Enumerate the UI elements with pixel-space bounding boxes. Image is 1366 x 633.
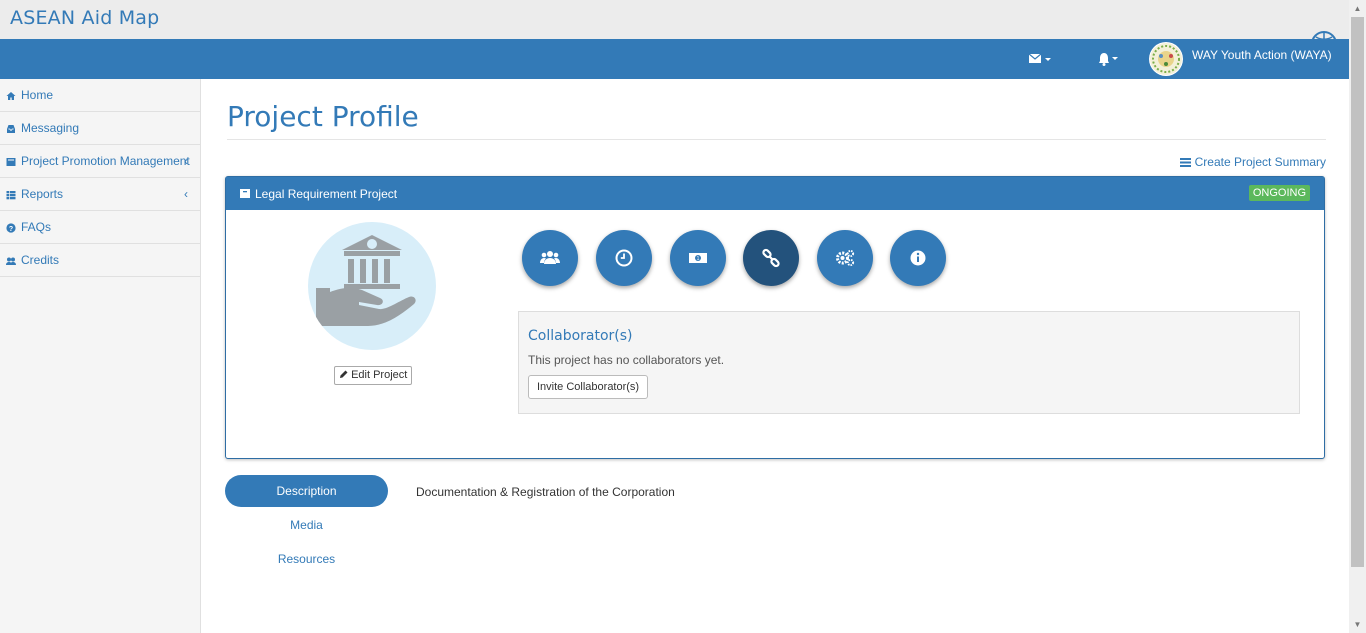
avatar — [1149, 42, 1183, 76]
invite-collaborators-button[interactable]: Invite Collaborator(s) — [528, 375, 649, 399]
status-badge: ONGOING — [1248, 185, 1310, 201]
create-project-summary-link[interactable]: Create Project Summary — [1179, 155, 1326, 169]
scroll-up-icon[interactable]: ▲ — [1349, 0, 1366, 17]
svg-text:1: 1 — [697, 256, 700, 262]
summary-link-label: Create Project Summary — [1194, 155, 1326, 169]
sidebar: Home Messaging Project Promotion Managem… — [0, 79, 201, 633]
question-icon: ? — [6, 223, 16, 233]
notifications-dropdown[interactable] — [1098, 51, 1120, 67]
inbox-icon — [7, 125, 15, 133]
edit-project-button[interactable]: Edit Project — [334, 366, 413, 385]
vertical-scrollbar[interactable]: ▲ ▼ — [1349, 0, 1366, 633]
sidebar-item-label: Messaging — [21, 121, 80, 135]
brand-logo-text[interactable]: ASEAN Aid Map — [10, 7, 159, 29]
sidebar-item-label: FAQs — [21, 220, 52, 234]
money-icon: 1 — [689, 253, 707, 263]
tab-description[interactable]: Description — [225, 475, 388, 507]
project-panel-header: Legal Requirement Project ONGOING — [226, 177, 1324, 210]
sidebar-item-label: Reports — [21, 187, 64, 201]
scroll-down-icon[interactable]: ▼ — [1349, 616, 1366, 633]
collaborators-title: Collaborator(s) — [528, 328, 633, 344]
title-divider — [227, 139, 1326, 140]
bell-icon — [1099, 53, 1118, 66]
team-button[interactable] — [522, 230, 578, 286]
brand-bar: ASEAN Aid Map — [0, 0, 1349, 47]
user-name: WAY Youth Action (WAYA) — [1192, 48, 1332, 62]
sidebar-item-label: Credits — [21, 253, 60, 267]
edit-project-label: Edit Project — [351, 369, 408, 381]
top-navbar: WAY Youth Action (WAYA) — [0, 39, 1349, 79]
archive-icon — [240, 189, 250, 198]
description-text: Documentation & Registration of the Corp… — [416, 485, 675, 499]
list-icon — [1179, 158, 1191, 167]
collaborators-section: Collaborator(s) This project has no coll… — [518, 311, 1300, 414]
info-button[interactable] — [890, 230, 946, 286]
sidebar-item-project-promotion[interactable]: Project Promotion Management ‹ — [0, 145, 200, 178]
pencil-icon — [340, 370, 348, 378]
users-icon — [6, 257, 16, 265]
home-icon — [6, 92, 16, 100]
project-name: Legal Requirement Project — [255, 187, 398, 201]
user-menu[interactable]: WAY Youth Action (WAYA) — [1149, 42, 1339, 76]
link-icon — [762, 248, 780, 268]
envelope-icon — [1028, 53, 1051, 63]
sidebar-item-messaging[interactable]: Messaging — [0, 112, 200, 145]
tab-resources[interactable]: Resources — [225, 543, 388, 575]
timeline-button[interactable] — [596, 230, 652, 286]
cogs-icon — [836, 249, 855, 267]
folder-icon — [6, 158, 16, 166]
sidebar-item-reports[interactable]: Reports ‹ — [0, 178, 200, 211]
project-panel: Legal Requirement Project ONGOING Edit P… — [225, 176, 1325, 459]
svg-text:?: ? — [9, 226, 13, 233]
collaborators-empty-text: This project has no collaborators yet. — [528, 353, 725, 367]
chevron-left-icon: ‹ — [184, 187, 188, 201]
info-icon — [910, 250, 926, 266]
chevron-left-icon: ‹ — [184, 154, 188, 168]
users-icon — [540, 251, 560, 264]
sidebar-item-faqs[interactable]: ? FAQs — [0, 211, 200, 244]
scrollbar-thumb[interactable] — [1351, 17, 1364, 567]
sidebar-item-label: Home — [21, 88, 54, 102]
project-image — [308, 222, 436, 350]
page-title: Project Profile — [227, 100, 419, 133]
settings-button[interactable] — [817, 230, 873, 286]
clock-icon — [615, 249, 633, 267]
tab-media[interactable]: Media — [225, 509, 388, 541]
sidebar-item-home[interactable]: Home — [0, 79, 200, 112]
sidebar-item-credits[interactable]: Credits — [0, 244, 200, 277]
messages-dropdown[interactable] — [1028, 52, 1053, 66]
table-icon — [6, 191, 16, 200]
funding-button[interactable]: 1 — [670, 230, 726, 286]
sidebar-item-label: Project Promotion Management — [21, 154, 190, 168]
collaborators-button[interactable] — [743, 230, 799, 286]
